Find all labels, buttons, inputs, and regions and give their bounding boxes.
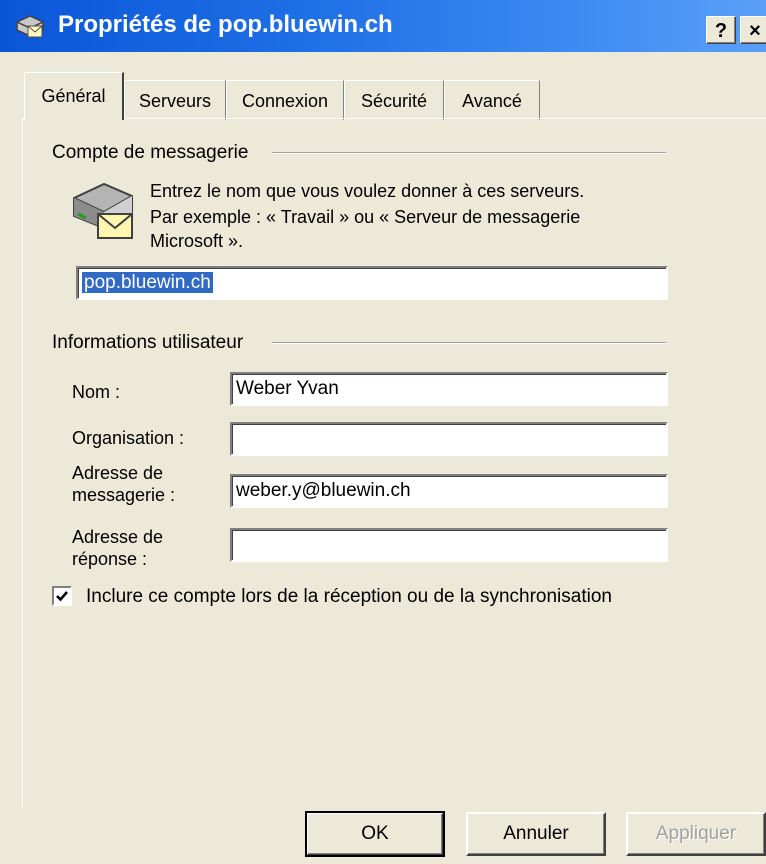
mail-account-description-line3: Microsoft ». bbox=[150, 231, 244, 251]
mail-account-description-line1: Entrez le nom que vous voulez donner à c… bbox=[150, 181, 585, 201]
email-field[interactable]: weber.y@bluewin.ch bbox=[230, 474, 668, 508]
apply-button[interactable]: Appliquer bbox=[626, 812, 766, 856]
account-name-value: pop.bluewin.ch bbox=[82, 272, 213, 293]
email-label-line1: Adresse de bbox=[72, 463, 164, 483]
account-name-field[interactable]: pop.bluewin.ch bbox=[76, 266, 668, 300]
tab-security[interactable]: Sécurité bbox=[344, 80, 444, 120]
include-account-label[interactable]: Inclure ce compte lors de la réception o… bbox=[86, 586, 612, 608]
include-account-checkbox[interactable] bbox=[52, 586, 72, 606]
tab-advanced[interactable]: Avancé bbox=[444, 80, 540, 120]
organization-field[interactable] bbox=[230, 422, 668, 456]
ok-button[interactable]: OK bbox=[305, 811, 445, 857]
reply-address-field[interactable] bbox=[230, 528, 668, 562]
tab-general[interactable]: Général bbox=[24, 72, 124, 120]
tab-connection[interactable]: Connexion bbox=[226, 80, 344, 120]
name-label: Nom : bbox=[72, 382, 121, 402]
mail-server-icon bbox=[73, 182, 133, 239]
window-title: Propriétés de pop.bluewin.ch bbox=[58, 11, 393, 38]
tab-servers[interactable]: Serveurs bbox=[124, 80, 226, 120]
group-divider bbox=[272, 152, 666, 154]
organization-label: Organisation : bbox=[72, 428, 185, 448]
reply-label-line1: Adresse de bbox=[72, 527, 164, 547]
reply-label-line2: réponse : bbox=[72, 549, 148, 569]
mail-account-group-label: Compte de messagerie bbox=[52, 142, 259, 164]
cancel-button[interactable]: Annuler bbox=[466, 812, 606, 856]
mail-account-description-line2: Par exemple : « Travail » ou « Serveur d… bbox=[150, 207, 581, 227]
name-field[interactable]: Weber Yvan bbox=[230, 372, 668, 406]
close-button[interactable]: × bbox=[740, 16, 766, 44]
user-info-group-label: Informations utilisateur bbox=[52, 332, 254, 354]
checkmark-icon bbox=[56, 591, 68, 602]
title-bar[interactable]: Propriétés de pop.bluewin.ch ? × bbox=[0, 0, 766, 52]
group-divider bbox=[272, 342, 666, 344]
email-label-line2: messagerie : bbox=[72, 485, 176, 505]
mail-server-icon bbox=[16, 15, 44, 38]
help-button[interactable]: ? bbox=[706, 16, 736, 44]
